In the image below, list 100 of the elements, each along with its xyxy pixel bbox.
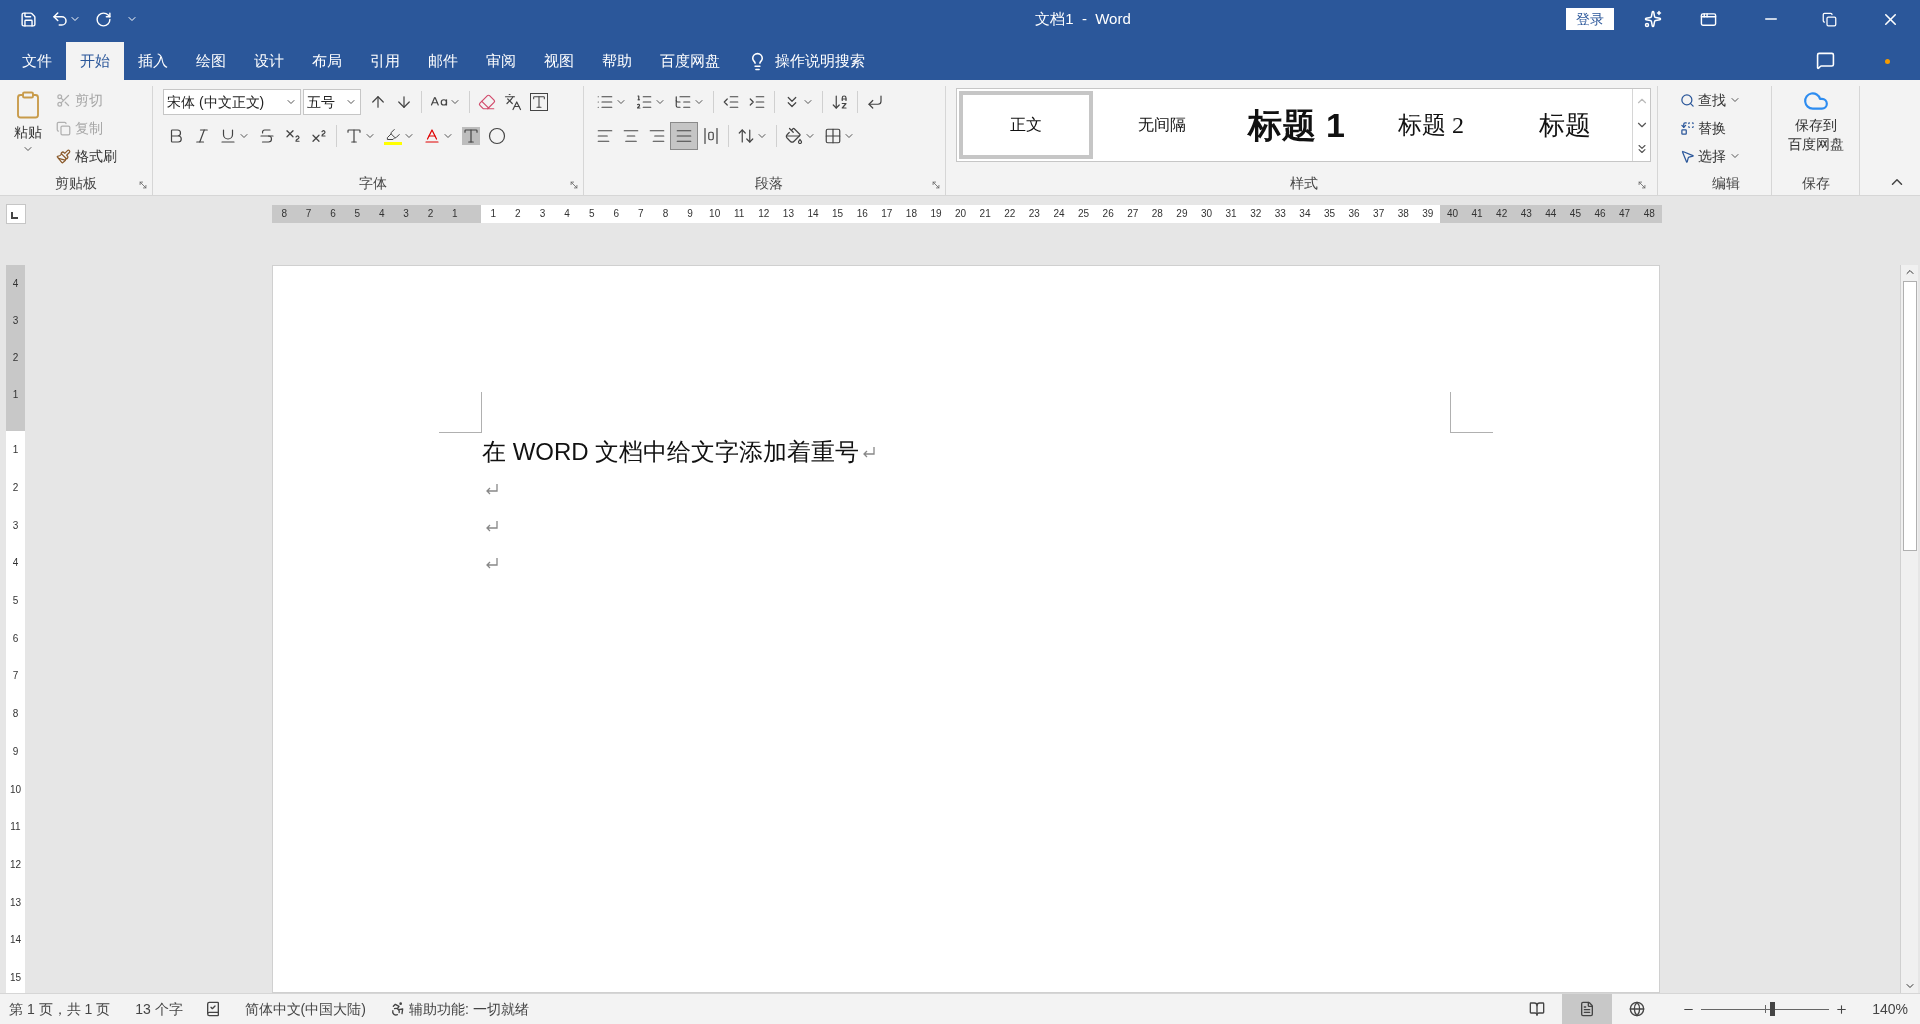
cursor-icon: [1680, 148, 1695, 164]
ruler-number: 29: [1175, 207, 1189, 221]
sign-in-button[interactable]: 登录: [1566, 8, 1614, 30]
restore-icon[interactable]: [1822, 11, 1837, 27]
ruler-number: 28: [1150, 207, 1164, 221]
paste-button[interactable]: 粘贴: [0, 86, 56, 171]
underline-icon: [219, 127, 237, 145]
ribbon-tab[interactable]: 绘图: [182, 42, 240, 80]
proofing-icon[interactable]: [204, 1001, 221, 1017]
font-size-dropdown[interactable]: 五号: [303, 89, 361, 115]
sparkle-icon[interactable]: [1644, 10, 1662, 28]
ruler-number: 3: [11, 518, 20, 533]
text-effects-icon: [345, 127, 363, 145]
margin-corner-mark: [439, 392, 482, 433]
ribbon-tab[interactable]: 审阅: [472, 42, 530, 80]
style-item[interactable]: 标题 2: [1363, 89, 1498, 161]
align-button[interactable]: [670, 122, 698, 150]
ruler-number: 47: [1618, 207, 1632, 221]
ruler-number: 37: [1372, 207, 1386, 221]
copy-icon: [56, 120, 71, 136]
ruler-number: 45: [1568, 207, 1582, 221]
ribbon-tab[interactable]: 百度网盘: [646, 42, 734, 80]
ribbon-tab[interactable]: 邮件: [414, 42, 472, 80]
italic-icon: [193, 127, 211, 145]
style-item[interactable]: 标题 1: [1229, 89, 1364, 161]
ribbon-tab[interactable]: 文件: [8, 42, 66, 80]
subscript-icon: [284, 127, 302, 145]
style-item[interactable]: 标题: [1498, 89, 1633, 161]
ruler-number: 8: [661, 207, 670, 221]
ribbon-tab[interactable]: 设计: [240, 42, 298, 80]
scroll-thumb[interactable]: [1902, 281, 1917, 551]
ruler-number: 39: [1421, 207, 1435, 221]
ruler-number: 3: [538, 207, 547, 221]
page-count[interactable]: 第 1 页，共 1 页: [9, 998, 111, 1020]
painter-button[interactable]: 格式刷: [56, 144, 117, 168]
tell-me-field[interactable]: 操作说明搜索: [775, 49, 915, 73]
globe-icon: [1629, 1001, 1646, 1017]
tab-selector[interactable]: [6, 204, 26, 224]
ribbon-display-icon[interactable]: [1700, 10, 1717, 28]
grow-font-icon: [369, 93, 387, 111]
ruler-number: 3: [402, 207, 410, 221]
decrease-indent-icon: [722, 93, 740, 111]
save-to-cloud-button[interactable]: 保存到 百度网盘: [1787, 86, 1844, 171]
ruler-number: 41: [1470, 207, 1484, 221]
ribbon-tab[interactable]: 开始: [66, 42, 124, 80]
ruler-number: 22: [1003, 207, 1017, 221]
ribbon-tab[interactable]: 视图: [530, 42, 588, 80]
ribbon-tab[interactable]: 布局: [298, 42, 356, 80]
save-icon[interactable]: [20, 10, 37, 28]
zoom-level[interactable]: 140%: [1872, 998, 1908, 1020]
style-item[interactable]: 正文: [959, 91, 1094, 159]
window-title: 文档1 - Word: [1035, 8, 1131, 29]
zoom-in-icon[interactable]: [1835, 1002, 1849, 1016]
ribbon-tab[interactable]: 帮助: [588, 42, 646, 80]
ruler-number: 13: [8, 895, 23, 910]
phonetic-guide-icon: [504, 93, 522, 111]
margin-corner-mark: [1450, 392, 1493, 433]
paragraph-mark-icon: [484, 518, 500, 533]
select-button[interactable]: 选择: [1680, 142, 1771, 170]
paragraph-mark-icon: [484, 481, 500, 496]
comments-icon[interactable]: [1816, 51, 1835, 70]
ruler-number: 36: [1347, 207, 1361, 221]
ruler-number: 9: [686, 207, 694, 221]
align-right-icon: [648, 127, 666, 145]
dialog-launcher-icon[interactable]: [1637, 180, 1647, 190]
numbered-list-icon: [635, 93, 653, 111]
ruler-number: 6: [11, 631, 20, 646]
superscript-icon: [310, 127, 328, 145]
ribbon-tab[interactable]: 插入: [124, 42, 182, 80]
word-count[interactable]: 13 个字: [135, 998, 183, 1020]
view-button[interactable]: [1562, 994, 1613, 1024]
paintbrush-icon: [56, 148, 71, 164]
ruler-number: 48: [1642, 207, 1656, 221]
ruler-number: 2: [11, 481, 20, 496]
circle-icon: [488, 127, 506, 145]
accessibility-icon[interactable]: [389, 1001, 406, 1017]
zoom-slider[interactable]: [1701, 1002, 1830, 1016]
ruler-number: 4: [11, 556, 20, 571]
ruler-number: 2: [426, 207, 435, 221]
ruler-number: 5: [11, 594, 20, 609]
paragraph-mark-icon: [861, 444, 878, 459]
undo-icon[interactable]: [51, 10, 69, 28]
dialog-launcher-icon[interactable]: [569, 180, 579, 190]
ruler-number: 6: [329, 207, 337, 221]
replace-button[interactable]: 替换: [1680, 114, 1771, 142]
font-name-dropdown[interactable]: 宋体 (中文正文): [163, 89, 301, 115]
ruler-number: 11: [733, 207, 746, 221]
find-button[interactable]: 查找: [1680, 86, 1771, 114]
ruler-number: 2: [514, 207, 522, 221]
ruler-number: 1: [11, 443, 20, 458]
sort-icon: [831, 93, 849, 111]
style-item[interactable]: 无间隔: [1095, 89, 1230, 161]
redo-icon[interactable]: [95, 10, 112, 28]
dialog-launcher-icon[interactable]: [138, 180, 148, 190]
language-status[interactable]: 简体中文(中国大陆): [244, 998, 366, 1020]
ribbon-tab[interactable]: 引用: [356, 42, 414, 80]
dialog-launcher-icon[interactable]: [931, 180, 941, 190]
group-label: 字体: [359, 173, 387, 193]
accessibility-status[interactable]: 辅助功能: 一切就绪: [408, 998, 529, 1020]
ruler-number: 2: [11, 351, 20, 365]
